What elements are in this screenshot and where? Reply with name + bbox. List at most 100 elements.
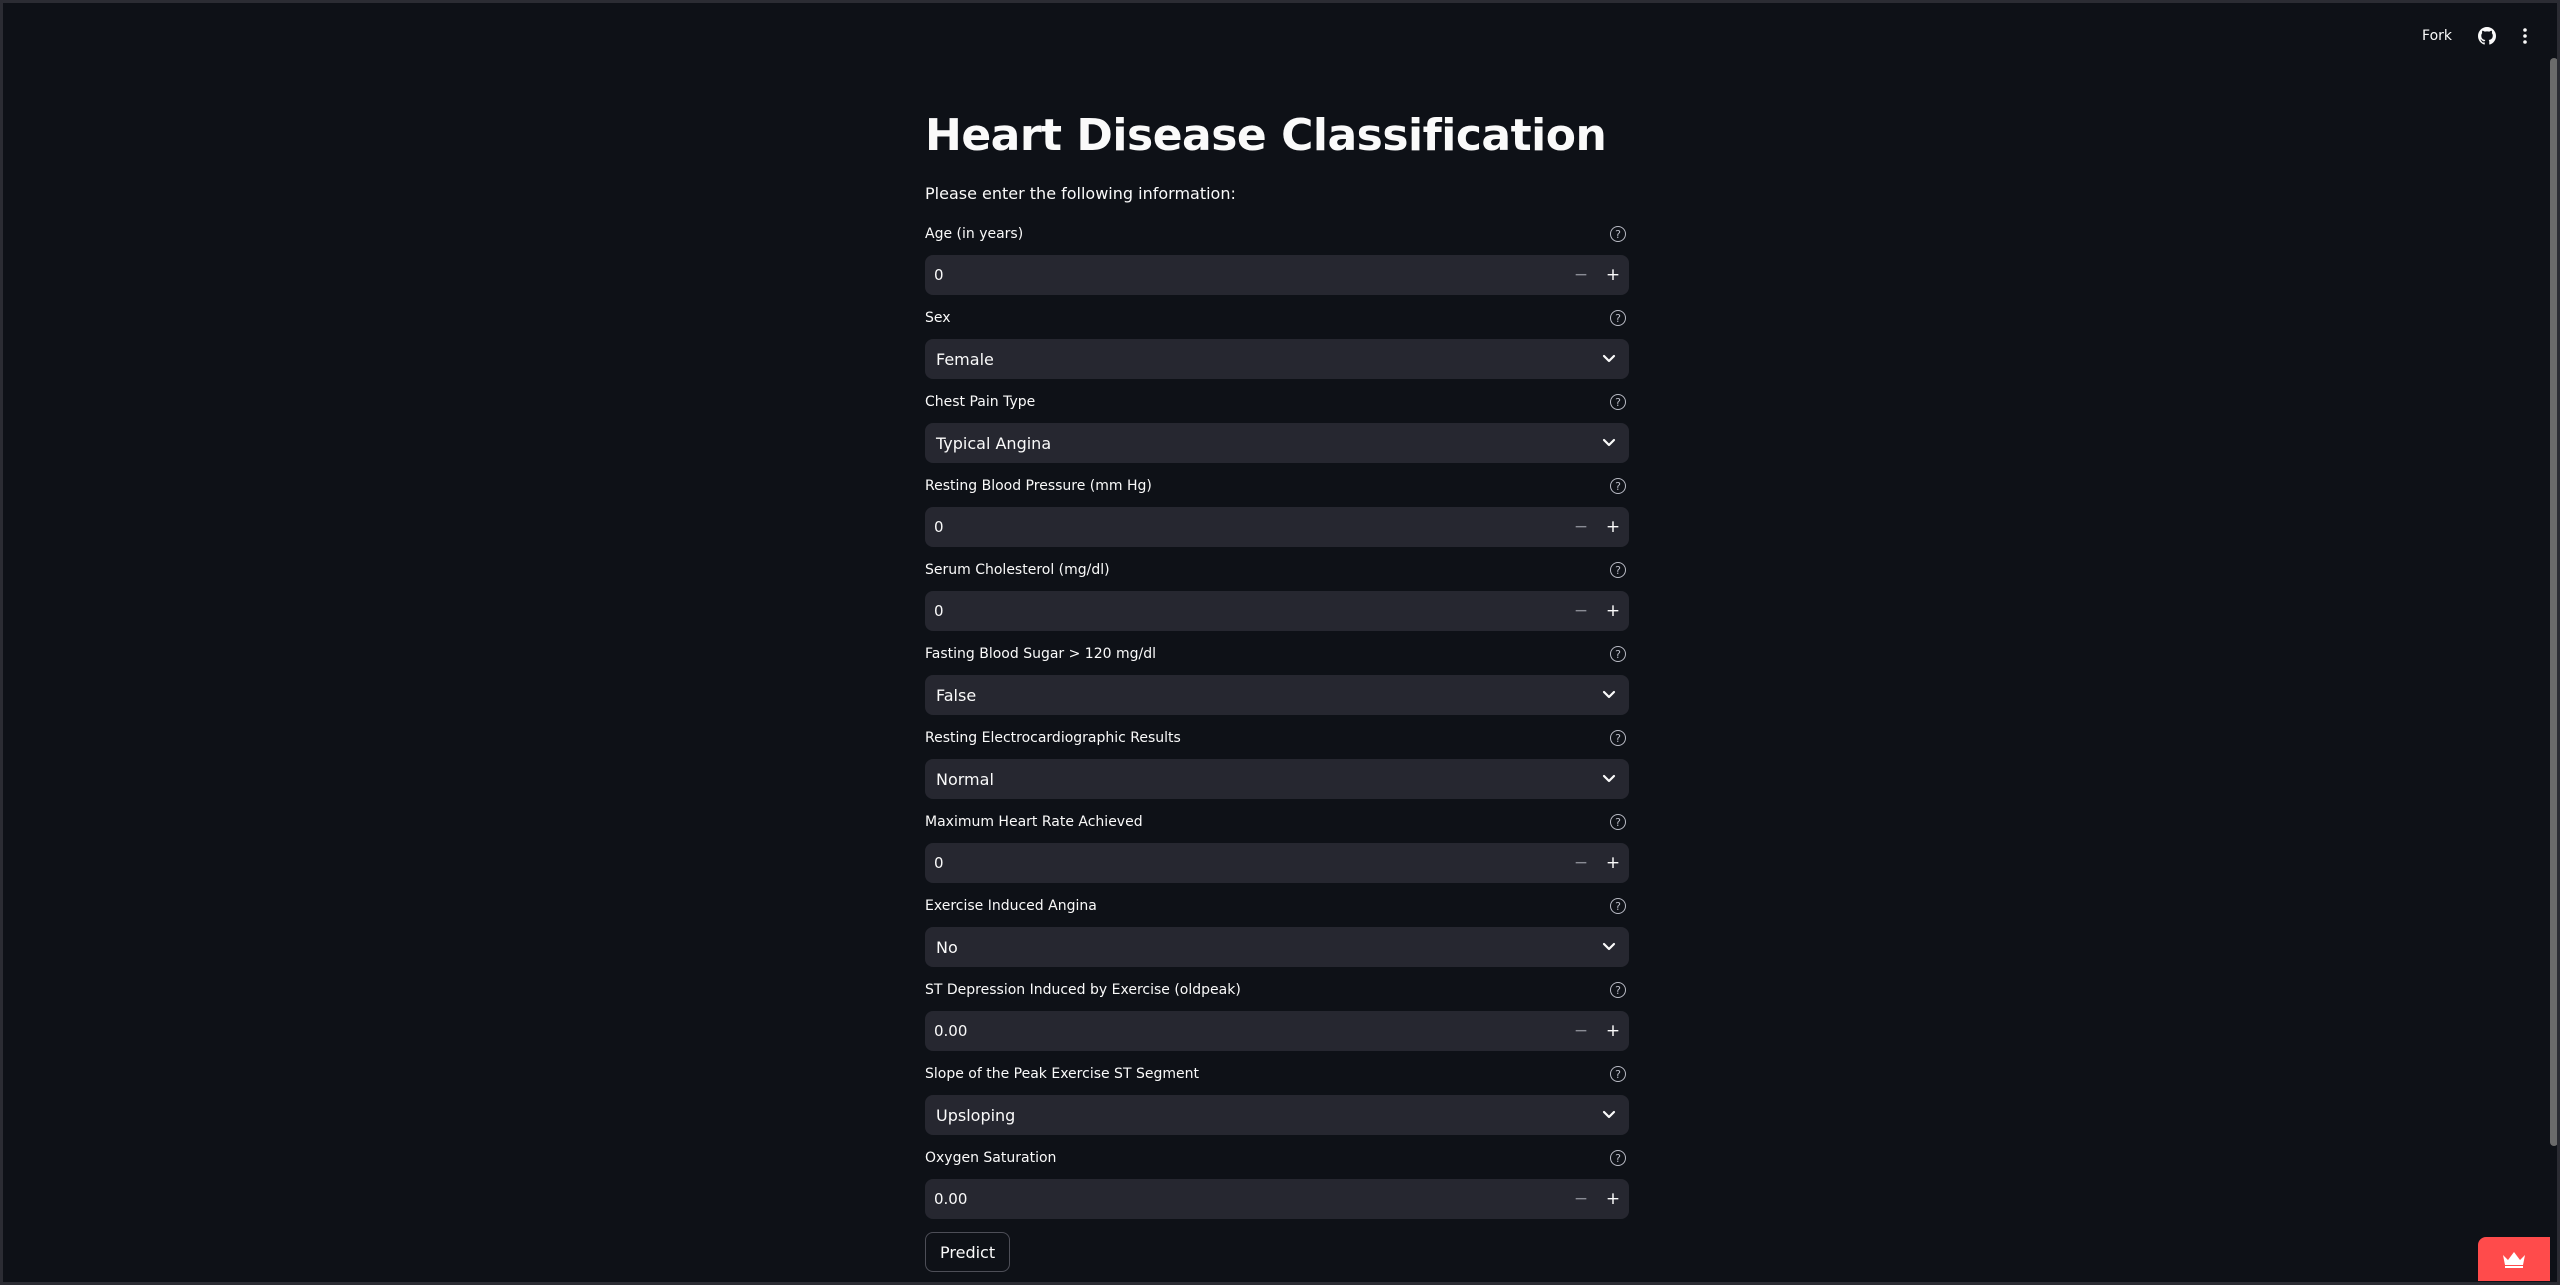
select-value: Upsloping (936, 1105, 1016, 1125)
decrement-button[interactable]: − (1565, 507, 1597, 547)
help-icon[interactable]: ? (1610, 394, 1626, 411)
help-icon[interactable]: ? (1610, 226, 1626, 243)
select-box[interactable]: No (925, 927, 1629, 968)
help-icon[interactable]: ? (1610, 982, 1626, 999)
field-label-row: ST Depression Induced by Exercise (oldpe… (925, 979, 1629, 1001)
field-label-row: Exercise Induced Angina? (925, 895, 1629, 917)
decrement-button[interactable]: − (1565, 1011, 1597, 1051)
select-value: Typical Angina (936, 433, 1052, 453)
number-input[interactable] (925, 591, 1565, 632)
field-label: Exercise Induced Angina (925, 898, 1097, 915)
form-field: Resting Blood Pressure (mm Hg)?−+ (925, 475, 1629, 559)
scrollbar-thumb[interactable] (2550, 58, 2558, 1146)
toolbar: Fork (2422, 24, 2528, 48)
field-label: ST Depression Induced by Exercise (oldpe… (925, 982, 1241, 999)
number-input-box: −+ (925, 1179, 1629, 1220)
field-label-row: Serum Cholesterol (mg/dl)? (925, 559, 1629, 581)
increment-button[interactable]: + (1597, 1179, 1629, 1219)
number-input[interactable] (925, 1011, 1565, 1052)
number-input-box: −+ (925, 843, 1629, 884)
field-label: Sex (925, 310, 951, 327)
form-field: Serum Cholesterol (mg/dl)? −+ (925, 559, 1629, 643)
field-label-row: Chest Pain Type? (925, 391, 1629, 413)
select-box[interactable]: Upsloping (925, 1095, 1629, 1136)
form-field: Age (in years)?−+ (925, 223, 1629, 307)
number-input[interactable] (925, 1179, 1565, 1220)
form-field: Chest Pain Type? Typical Angina (925, 391, 1629, 475)
help-icon[interactable]: ? (1610, 730, 1626, 747)
select-box[interactable]: False (925, 675, 1629, 716)
number-input-box: −+ (925, 507, 1629, 548)
streamlit-badge[interactable] (2478, 1237, 2550, 1281)
crown-icon (2503, 1252, 2525, 1268)
field-label-row: Oxygen Saturation? (925, 1147, 1629, 1169)
number-input-box: −+ (925, 255, 1629, 296)
form-field: Resting Electrocardiographic Results? Nor… (925, 727, 1629, 811)
form-field: Sex? Female (925, 307, 1629, 391)
number-input[interactable] (925, 507, 1565, 548)
help-icon[interactable]: ? (1610, 562, 1626, 579)
chevron-down-icon[interactable] (1589, 759, 1629, 799)
number-input[interactable] (925, 255, 1565, 296)
field-label-row: Sex? (925, 307, 1629, 329)
field-label-row: Fasting Blood Sugar > 120 mg/dl? (925, 643, 1629, 665)
increment-button[interactable]: + (1597, 1011, 1629, 1051)
chevron-down-icon[interactable] (1589, 1095, 1629, 1135)
top-decoration-bar (0, 0, 2560, 3)
field-label: Oxygen Saturation (925, 1150, 1057, 1167)
decrement-button[interactable]: − (1565, 591, 1597, 631)
field-label-row: Age (in years)? (925, 223, 1629, 245)
form-field: Maximum Heart Rate Achieved?−+ (925, 811, 1629, 895)
field-label: Resting Blood Pressure (mm Hg) (925, 478, 1152, 495)
chevron-down-icon[interactable] (1589, 339, 1629, 379)
select-value: Normal (936, 769, 994, 789)
field-label: Fasting Blood Sugar > 120 mg/dl (925, 646, 1156, 663)
form-fields: Age (in years)?−+Sex?FemaleChest Pain Ty… (925, 223, 1629, 1231)
main-content: Heart Disease Classification Please ente… (925, 110, 1629, 1272)
field-label-row: Resting Electrocardiographic Results? (925, 727, 1629, 749)
select-box[interactable]: Normal (925, 759, 1629, 800)
form-field: Oxygen Saturation?−+ (925, 1147, 1629, 1231)
increment-button[interactable]: + (1597, 507, 1629, 547)
help-icon[interactable]: ? (1610, 310, 1626, 327)
number-input-box: −+ (925, 1011, 1629, 1052)
more-vertical-icon[interactable] (2522, 27, 2528, 45)
help-icon[interactable]: ? (1610, 646, 1626, 663)
field-label: Maximum Heart Rate Achieved (925, 814, 1143, 831)
select-value: No (936, 937, 958, 957)
fork-button[interactable]: Fork (2422, 28, 2452, 44)
decrement-button[interactable]: − (1565, 1179, 1597, 1219)
field-label-row: Slope of the Peak Exercise ST Segment? (925, 1063, 1629, 1085)
increment-button[interactable]: + (1597, 591, 1629, 631)
form-field: Slope of the Peak Exercise ST Segment? Up… (925, 1063, 1629, 1147)
chevron-down-icon[interactable] (1589, 423, 1629, 463)
field-label: Age (in years) (925, 226, 1024, 243)
predict-button[interactable]: Predict (925, 1232, 1011, 1272)
chevron-down-icon[interactable] (1589, 927, 1629, 967)
increment-button[interactable]: + (1597, 843, 1629, 883)
field-label: Chest Pain Type (925, 394, 1036, 411)
select-value: Female (936, 349, 994, 369)
form-field: Fasting Blood Sugar > 120 mg/dl? False (925, 643, 1629, 727)
select-value: False (936, 685, 977, 705)
help-icon[interactable]: ? (1610, 814, 1626, 831)
select-box[interactable]: Typical Angina (925, 423, 1629, 464)
page-title: Heart Disease Classification (925, 110, 1607, 161)
help-icon[interactable]: ? (1610, 1066, 1626, 1083)
github-icon[interactable] (2478, 27, 2496, 45)
decrement-button[interactable]: − (1565, 843, 1597, 883)
field-label: Slope of the Peak Exercise ST Segment (925, 1066, 1199, 1083)
increment-button[interactable]: + (1597, 255, 1629, 295)
field-label-row: Maximum Heart Rate Achieved? (925, 811, 1629, 833)
help-icon[interactable]: ? (1610, 898, 1626, 915)
chevron-down-icon[interactable] (1589, 675, 1629, 715)
field-label-row: Resting Blood Pressure (mm Hg)? (925, 475, 1629, 497)
number-input[interactable] (925, 843, 1565, 884)
decrement-button[interactable]: − (1565, 255, 1597, 295)
select-box[interactable]: Female (925, 339, 1629, 380)
intro-text: Please enter the following information: (925, 183, 1236, 203)
form-field: ST Depression Induced by Exercise (oldpe… (925, 979, 1629, 1063)
help-icon[interactable]: ? (1610, 478, 1626, 495)
scrollbar[interactable] (2548, 0, 2560, 1285)
help-icon[interactable]: ? (1610, 1150, 1626, 1167)
